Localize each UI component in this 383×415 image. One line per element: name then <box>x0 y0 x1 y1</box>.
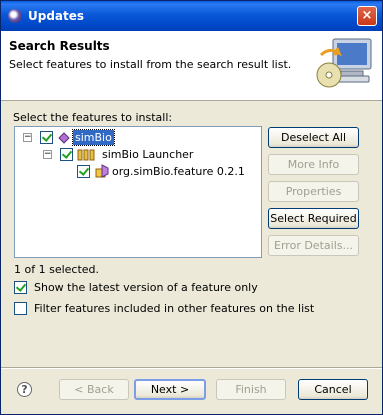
footer-separator <box>1 367 382 369</box>
next-button[interactable]: Next > <box>134 379 206 400</box>
feature-group-icon <box>77 149 95 161</box>
filter-features-label[interactable]: Filter features included in other featur… <box>34 302 314 315</box>
properties-button[interactable]: Properties <box>268 181 359 202</box>
window-title: Updates <box>28 9 85 23</box>
node-label: simBio <box>72 129 115 146</box>
node-label: org.simBio.feature 0.2.1 <box>112 165 245 178</box>
filter-features-checkbox[interactable] <box>14 302 27 315</box>
eclipse-icon <box>8 9 22 23</box>
close-button[interactable]: × <box>357 6 377 26</box>
error-details-button[interactable]: Error Details... <box>268 235 359 256</box>
back-button[interactable]: < Back <box>59 379 129 400</box>
collapse-icon[interactable]: − <box>23 133 32 142</box>
wizard-header: Search Results Select features to instal… <box>1 31 382 101</box>
collapse-icon[interactable]: − <box>43 150 52 159</box>
feature-tree[interactable]: − simBio − simBio Launcher org.simBio.fe… <box>14 126 262 258</box>
node-checkbox[interactable] <box>60 148 73 161</box>
node-checkbox[interactable] <box>77 165 90 178</box>
update-computer-icon <box>316 38 372 88</box>
node-checkbox[interactable] <box>40 131 53 144</box>
updates-dialog: Updates × Search Results Select features… <box>0 0 383 415</box>
latest-version-checkbox[interactable] <box>14 281 27 294</box>
page-description: Select features to install from the sear… <box>9 58 292 71</box>
finish-button[interactable]: Finish <box>216 379 286 400</box>
page-title: Search Results <box>9 39 110 53</box>
tree-label: Select the features to install: <box>13 111 173 124</box>
help-icon[interactable]: ? <box>17 382 32 397</box>
feature-icon <box>95 164 109 178</box>
cancel-button[interactable]: Cancel <box>298 379 368 400</box>
more-info-button[interactable]: More Info <box>268 154 359 175</box>
selection-status: 1 of 1 selected. <box>14 263 100 276</box>
select-required-button[interactable]: Select Required <box>268 208 359 229</box>
category-icon <box>58 132 70 144</box>
node-label: simBio Launcher <box>102 148 194 161</box>
title-bar[interactable]: Updates × <box>1 1 382 31</box>
latest-version-label[interactable]: Show the latest version of a feature onl… <box>34 281 258 294</box>
deselect-all-button[interactable]: Deselect All <box>268 127 359 148</box>
